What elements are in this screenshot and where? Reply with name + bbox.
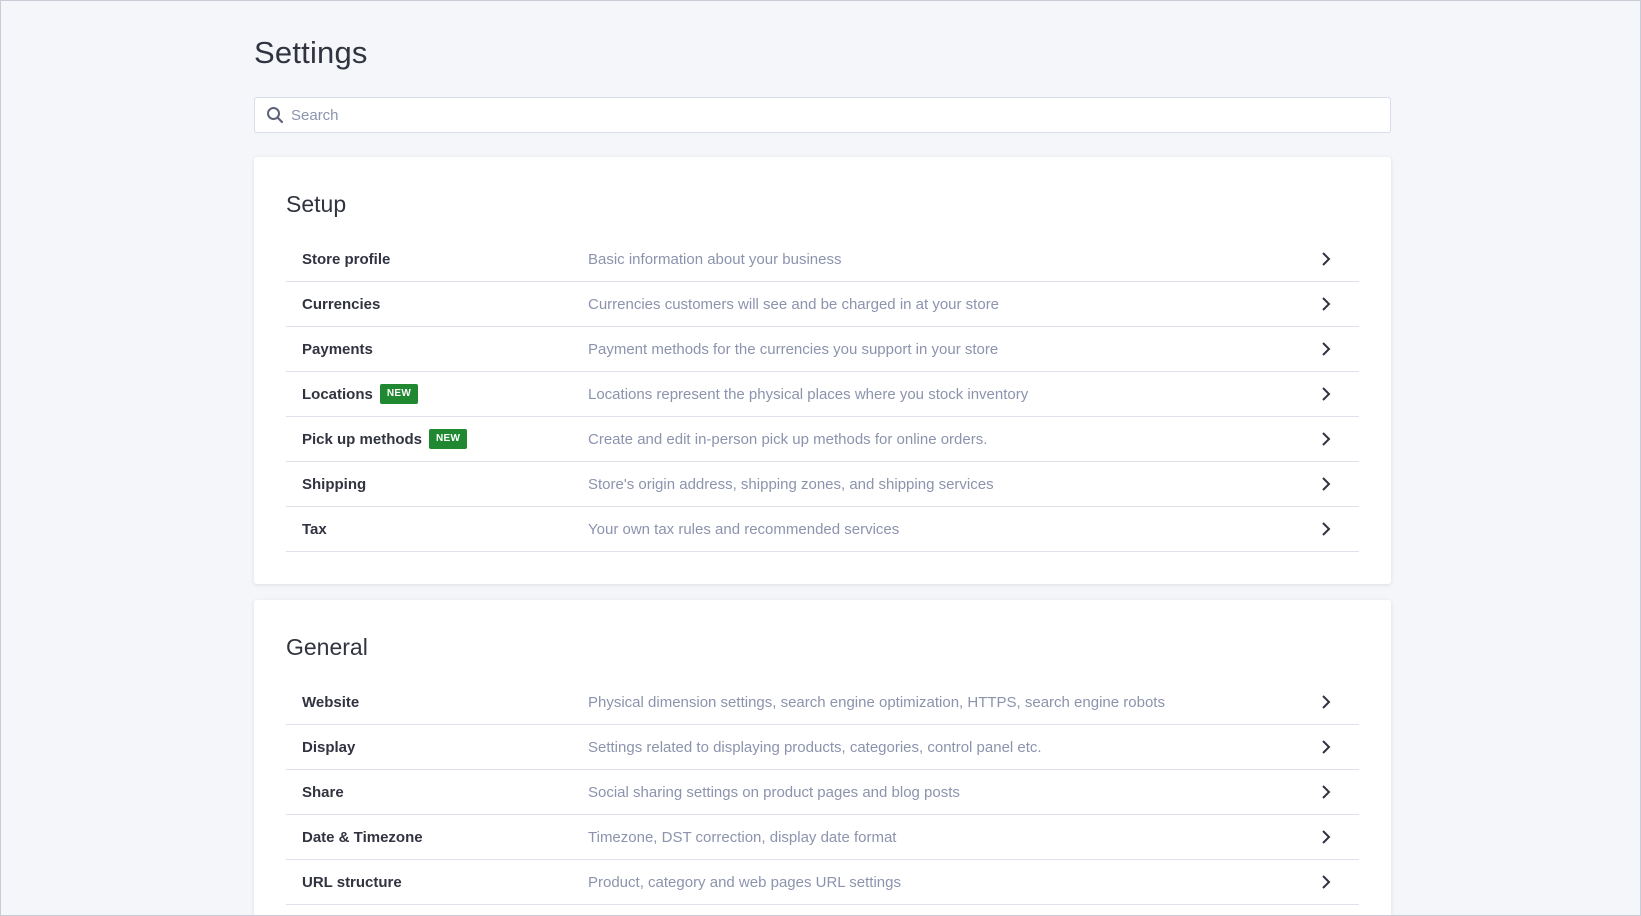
- settings-row-website[interactable]: Website Physical dimension settings, sea…: [286, 680, 1359, 725]
- search-icon: [265, 105, 285, 125]
- settings-row-tax[interactable]: Tax Your own tax rules and recommended s…: [286, 507, 1359, 552]
- chevron-right-icon: [1319, 785, 1333, 799]
- row-description: Currencies customers will see and be cha…: [588, 295, 1000, 313]
- chevron-right-icon: [1319, 342, 1333, 356]
- settings-row-currencies[interactable]: Currencies Currencies customers will see…: [286, 282, 1359, 327]
- row-description: Physical dimension settings, search engi…: [588, 693, 1165, 711]
- page-title: Settings: [254, 35, 368, 70]
- chevron-right-icon: [1319, 740, 1333, 754]
- chevron-right-icon: [1319, 830, 1333, 844]
- settings-row-date-timezone[interactable]: Date & Timezone Timezone, DST correction…: [286, 815, 1359, 860]
- row-description: Locations represent the physical places …: [588, 385, 1029, 403]
- row-description: Timezone, DST correction, display date f…: [588, 828, 897, 846]
- row-description: Payment methods for the currencies you s…: [588, 340, 999, 358]
- settings-row-shipping[interactable]: Shipping Store's origin address, shippin…: [286, 462, 1359, 507]
- settings-row-payments[interactable]: Payments Payment methods for the currenc…: [286, 327, 1359, 372]
- settings-row-display[interactable]: Display Settings related to displaying p…: [286, 725, 1359, 770]
- new-badge: NEW: [379, 384, 419, 404]
- settings-row-store-profile[interactable]: Store profile Basic information about yo…: [286, 237, 1359, 282]
- section-title: General: [286, 634, 368, 660]
- setup-list: Store profile Basic information about yo…: [286, 237, 1359, 552]
- chevron-right-icon: [1319, 252, 1333, 266]
- row-label: Locations NEW: [302, 384, 419, 404]
- chevron-right-icon: [1319, 477, 1333, 491]
- row-description: Your own tax rules and recommended servi…: [588, 520, 900, 538]
- row-label: Shipping: [302, 475, 367, 493]
- row-description: Settings related to displaying products,…: [588, 738, 1042, 756]
- row-description: Basic information about your business: [588, 250, 842, 268]
- chevron-right-icon: [1319, 432, 1333, 446]
- chevron-right-icon: [1319, 875, 1333, 889]
- row-description: Social sharing settings on product pages…: [588, 783, 960, 801]
- row-label: Store profile: [302, 250, 391, 268]
- settings-row-url-structure[interactable]: URL structure Product, category and web …: [286, 860, 1359, 905]
- settings-row-share[interactable]: Share Social sharing settings on product…: [286, 770, 1359, 815]
- chevron-right-icon: [1319, 522, 1333, 536]
- general-list: Website Physical dimension settings, sea…: [286, 680, 1359, 905]
- chevron-right-icon: [1319, 387, 1333, 401]
- row-description: Store's origin address, shipping zones, …: [588, 475, 994, 493]
- search-bar[interactable]: [254, 97, 1391, 133]
- row-description: Product, category and web pages URL sett…: [588, 873, 901, 891]
- row-label: Pick up methods NEW: [302, 429, 468, 449]
- settings-row-pick-up-methods[interactable]: Pick up methods NEW Create and edit in-pe…: [286, 417, 1359, 462]
- row-label: Share: [302, 783, 344, 801]
- general-section: General Website Physical dimension setti…: [254, 600, 1391, 915]
- row-label: Payments: [302, 340, 373, 358]
- row-label: URL structure: [302, 873, 402, 891]
- row-label: Display: [302, 738, 356, 756]
- row-label: Website: [302, 693, 360, 711]
- row-description: Create and edit in-person pick up method…: [588, 430, 988, 448]
- settings-row-locations[interactable]: Locations NEW Locations represent the phy…: [286, 372, 1359, 417]
- app-window: Settings Setup Store profile Basic infor…: [0, 0, 1641, 916]
- row-label: Tax: [302, 520, 327, 538]
- chevron-right-icon: [1319, 297, 1333, 311]
- search-input[interactable]: [291, 99, 1371, 131]
- setup-section: Setup Store profile Basic information ab…: [254, 157, 1391, 584]
- row-label: Currencies: [302, 295, 381, 313]
- chevron-right-icon: [1319, 695, 1333, 709]
- new-badge: NEW: [429, 429, 468, 449]
- section-title: Setup: [286, 191, 347, 217]
- row-label: Date & Timezone: [302, 828, 423, 846]
